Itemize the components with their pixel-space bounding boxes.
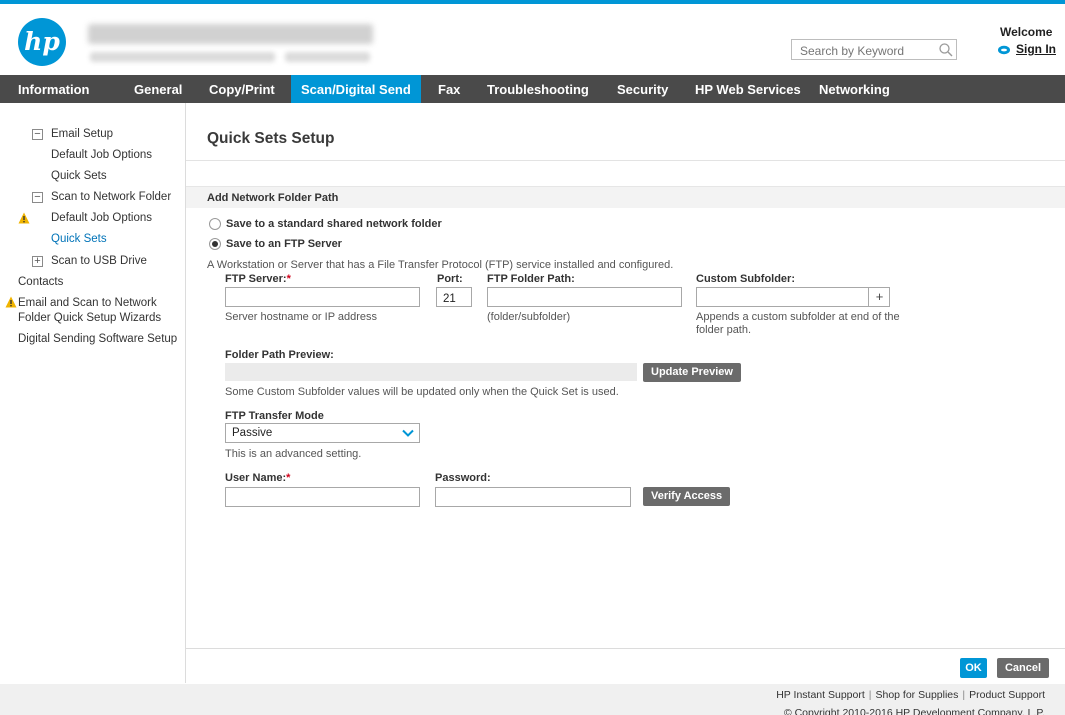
footer: HP Instant Support | Shop for Supplies | Pro… [0,684,1065,715]
footer-links: HP Instant Support | Shop for Supplies | Pro… [776,689,1045,701]
hp-logo[interactable]: hp [18,18,66,66]
update-preview-button[interactable]: Update Preview [643,363,741,382]
custom-subfolder-hint-line2: folder path. [696,324,752,336]
sign-in-link[interactable]: Sign In [1016,42,1056,56]
warning-icon [5,296,17,308]
user-name-label: User Name:* [225,472,291,484]
password-input[interactable] [435,487,631,507]
header: hp Welcome Sign In [0,4,1065,75]
folder-path-preview [225,363,637,381]
sidebar-item-contacts[interactable]: Contacts [18,276,63,288]
ftp-folder-path-hint: (folder/subfolder) [487,311,571,323]
welcome-text: Welcome [1000,25,1053,39]
user-name-input[interactable] [225,487,420,507]
radio-shared-folder[interactable] [209,218,221,230]
preview-note: Some Custom Subfolder values will be upd… [225,386,619,398]
tab-networking[interactable]: Networking [819,75,890,103]
title-divider [186,160,1065,161]
tab-fax[interactable]: Fax [438,75,460,103]
tab-information[interactable]: Information [18,75,90,103]
custom-subfolder-label: Custom Subfolder: [696,273,795,285]
device-ip-redacted [285,52,370,62]
device-name-redacted [88,24,373,44]
device-info-redacted [90,52,275,62]
ftp-server-label: FTP Server:* [225,273,291,285]
radio-ftp-server-label[interactable]: Save to an FTP Server [226,238,342,250]
tab-copy-print[interactable]: Copy/Print [209,75,275,103]
cancel-button[interactable]: Cancel [997,658,1049,678]
ftp-transfer-mode-value: Passive [232,427,273,439]
port-input[interactable] [436,287,472,307]
warning-icon [18,212,30,224]
sidebar-item-digital-sending-software-setup[interactable]: Digital Sending Software Setup [18,333,177,345]
collapse-icon[interactable]: − [32,192,43,203]
actions-divider [186,648,1065,649]
search-icon[interactable] [938,42,954,58]
verify-access-button[interactable]: Verify Access [643,487,731,506]
port-label: Port: [437,273,463,285]
ftp-folder-path-input[interactable] [487,287,682,307]
advanced-setting-note: This is an advanced setting. [225,448,362,460]
ok-button[interactable]: OK [960,658,987,678]
ftp-server-input[interactable] [225,287,420,307]
link-product-support[interactable]: Product Support [969,689,1045,701]
tab-troubleshooting[interactable]: Troubleshooting [487,75,589,103]
collapse-icon[interactable]: − [32,129,43,140]
sidebar-item-folder-default-job-options[interactable]: Default Job Options [51,212,152,224]
sidebar-item-quick-setup-wizards[interactable]: Email and Scan to Network [18,297,157,309]
radio-ftp-server[interactable] [209,238,221,250]
password-label: Password: [435,472,491,484]
tab-general[interactable]: General [134,75,182,103]
page-title: Quick Sets Setup [207,130,335,147]
tab-security[interactable]: Security [617,75,668,103]
search-input[interactable] [791,39,957,60]
link-shop-for-supplies[interactable]: Shop for Supplies [875,689,958,701]
sidebar-item-scan-to-network-folder[interactable]: Scan to Network Folder [51,191,171,203]
ftp-transfer-mode-select[interactable]: Passive [225,423,420,443]
link-hp-instant-support[interactable]: HP Instant Support [776,689,865,701]
sidebar: − Email Setup Default Job Options Quick … [0,103,185,683]
tab-scan-digital-send[interactable]: Scan/Digital Send [291,75,421,103]
custom-subfolder-input[interactable] [696,287,890,307]
chevron-down-icon[interactable] [397,424,419,442]
radio-shared-folder-label[interactable]: Save to a standard shared network folder [226,218,442,230]
ftp-server-hint: Server hostname or IP address [225,311,378,323]
section-title: Add Network Folder Path [207,192,339,204]
copyright-text: © Copyright 2010-2016 HP Development Com… [783,707,1045,715]
add-subfolder-button[interactable]: + [868,287,890,307]
expand-icon[interactable]: + [32,256,43,267]
sidebar-item-email-default-job-options[interactable]: Default Job Options [51,149,152,161]
sidebar-item-folder-quick-sets[interactable]: Quick Sets [51,233,107,245]
tab-hp-web-services[interactable]: HP Web Services [695,75,801,103]
sidebar-item-email-quick-sets[interactable]: Quick Sets [51,170,107,182]
section-header: Add Network Folder Path [186,186,1065,208]
sidebar-item-email-setup[interactable]: Email Setup [51,128,113,140]
ftp-transfer-mode-label: FTP Transfer Mode [225,410,324,422]
folder-path-preview-label: Folder Path Preview: [225,349,334,361]
ftp-folder-path-label: FTP Folder Path: [487,273,575,285]
ftp-description: A Workstation or Server that has a File … [207,259,674,271]
custom-subfolder-hint: Appends a custom subfolder at end of the [696,311,900,323]
sign-in-icon [998,45,1010,55]
sidebar-item-quick-setup-wizards-line2[interactable]: Folder Quick Setup Wizards [18,312,161,324]
main-nav: Information General Copy/Print Scan/Digi… [0,75,1065,103]
sidebar-item-scan-to-usb-drive[interactable]: Scan to USB Drive [51,255,147,267]
